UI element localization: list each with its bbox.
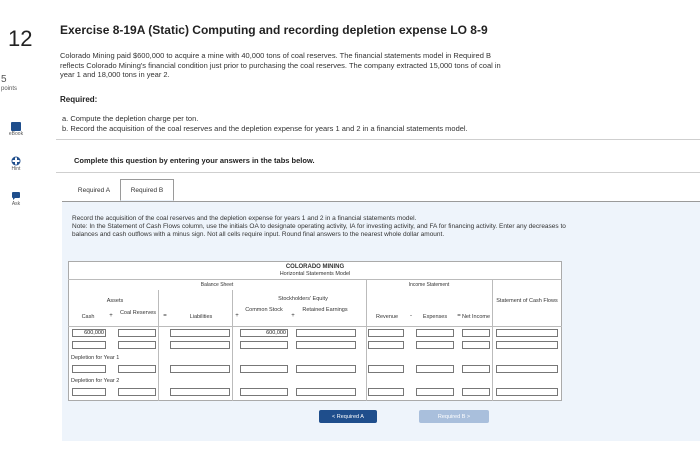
revenue-balance[interactable] bbox=[368, 329, 404, 337]
divider bbox=[158, 290, 159, 401]
liabilities-input[interactable] bbox=[170, 341, 230, 349]
tab-required-a[interactable]: Required A bbox=[70, 179, 118, 201]
question-number: 12 bbox=[8, 26, 33, 51]
prev-required-a-button[interactable]: < Required A bbox=[319, 410, 377, 423]
net-income-input[interactable] bbox=[462, 388, 490, 396]
net-income-header: Net Income bbox=[461, 314, 491, 320]
net-income-input[interactable] bbox=[462, 365, 490, 373]
depletion-year2-label: Depletion for Year 2 bbox=[71, 378, 120, 384]
cash-flow-input[interactable] bbox=[496, 388, 558, 396]
model-title: Horizontal Statements Model bbox=[279, 271, 351, 277]
liabilities-balance[interactable] bbox=[170, 329, 230, 337]
retained-earnings-header: Retained Earnings bbox=[302, 307, 348, 313]
divider bbox=[68, 279, 562, 280]
exercise-title: Exercise 8-19A (Static) Computing and re… bbox=[60, 23, 488, 37]
hint-tool[interactable]: Hint bbox=[4, 156, 28, 172]
points-label: points bbox=[1, 86, 18, 92]
coal-reserves-balance[interactable] bbox=[118, 329, 156, 337]
divider bbox=[68, 326, 562, 327]
intro-text: Colorado Mining paid $600,000 to acquire… bbox=[60, 51, 660, 80]
revenue-header: Revenue bbox=[375, 314, 399, 320]
divider bbox=[56, 139, 700, 140]
cash-input[interactable] bbox=[72, 365, 106, 373]
retained-earnings-input[interactable] bbox=[296, 388, 356, 396]
depletion-year1-label: Depletion for Year 1 bbox=[71, 355, 120, 361]
retained-earnings-input[interactable] bbox=[296, 341, 356, 349]
points-value: 5 bbox=[1, 74, 7, 85]
expenses-balance[interactable] bbox=[416, 329, 454, 337]
common-stock-input[interactable] bbox=[240, 341, 288, 349]
plus-sign: + bbox=[109, 313, 113, 319]
coal-reserves-header: Coal Reserves bbox=[119, 310, 157, 316]
cash-header: Cash bbox=[81, 314, 95, 320]
liabilities-input[interactable] bbox=[170, 388, 230, 396]
liabilities-input[interactable] bbox=[170, 365, 230, 373]
instruction-line-1: Record the acquisition of the coal reser… bbox=[72, 215, 417, 222]
cash-flows-header: Statement of Cash Flows bbox=[496, 298, 558, 304]
revenue-input[interactable] bbox=[368, 388, 404, 396]
next-required-b-button[interactable]: Required B > bbox=[419, 410, 489, 423]
equity-header: Stockholders' Equity bbox=[278, 296, 328, 302]
retained-earnings-balance[interactable] bbox=[296, 329, 356, 337]
hint-label: Hint bbox=[11, 166, 21, 172]
cash-flow-input[interactable] bbox=[496, 341, 558, 349]
intro-line-2: reflects Colorado Mining's financial con… bbox=[60, 60, 501, 70]
cash-input[interactable] bbox=[72, 341, 106, 349]
instruction-line-2: Note: In the Statement of Cash Flows col… bbox=[72, 223, 566, 230]
instruction-line-3: balances and cash outflows with a minus … bbox=[72, 231, 445, 238]
retained-earnings-input[interactable] bbox=[296, 365, 356, 373]
ebook-tool[interactable]: eBook bbox=[4, 122, 28, 137]
ask-tool[interactable]: Ask bbox=[4, 191, 28, 207]
complete-note: Complete this question by entering your … bbox=[74, 156, 315, 165]
required-heading: Required: bbox=[60, 95, 98, 104]
divider bbox=[366, 279, 367, 401]
intro-line-1: Colorado Mining paid $600,000 to acquire… bbox=[60, 51, 491, 60]
common-stock-input[interactable] bbox=[240, 388, 288, 396]
coal-reserves-input[interactable] bbox=[118, 341, 156, 349]
cash-flow-input[interactable] bbox=[496, 365, 558, 373]
plus-sign: + bbox=[291, 313, 295, 319]
hint-icon bbox=[11, 156, 21, 166]
ask-label: Ask bbox=[11, 201, 21, 207]
revenue-input[interactable] bbox=[368, 365, 404, 373]
intro-line-3: year 1 and 18,000 tons in year 2. bbox=[60, 70, 170, 79]
liabilities-header: Liabilities bbox=[189, 314, 213, 320]
net-income-input[interactable] bbox=[462, 341, 490, 349]
equals-sign: = bbox=[163, 313, 167, 319]
cash-balance: 600,000 bbox=[72, 329, 106, 337]
required-list: a. Compute the depletion charge per ton.… bbox=[62, 114, 468, 134]
required-a: a. Compute the depletion charge per ton. bbox=[62, 114, 199, 123]
balance-sheet-header: Balance Sheet bbox=[200, 282, 234, 288]
common-stock-header: Common Stock bbox=[245, 307, 283, 313]
expenses-input[interactable] bbox=[416, 388, 454, 396]
divider bbox=[56, 172, 700, 173]
common-stock-balance: 600,000 bbox=[240, 329, 288, 337]
common-stock-input[interactable] bbox=[240, 365, 288, 373]
assets-header: Assets bbox=[106, 298, 124, 304]
expenses-header: Expenses bbox=[422, 314, 448, 320]
coal-reserves-input[interactable] bbox=[118, 365, 156, 373]
net-income-balance[interactable] bbox=[462, 329, 490, 337]
divider bbox=[232, 290, 233, 401]
coal-reserves-input[interactable] bbox=[118, 388, 156, 396]
required-b: b. Record the acquisition of the coal re… bbox=[62, 124, 468, 133]
revenue-input[interactable] bbox=[368, 341, 404, 349]
plus-sign: + bbox=[235, 313, 239, 319]
ebook-label: eBook bbox=[8, 131, 24, 137]
company-name: COLORADO MINING bbox=[285, 264, 345, 270]
cash-input[interactable] bbox=[72, 388, 106, 396]
tab-required-b[interactable]: Required B bbox=[120, 179, 174, 201]
expenses-input[interactable] bbox=[416, 341, 454, 349]
book-icon bbox=[11, 122, 21, 131]
income-statement-header: Income Statement bbox=[408, 282, 450, 288]
chat-icon bbox=[12, 192, 20, 200]
cash-flow-balance[interactable] bbox=[496, 329, 558, 337]
expenses-input[interactable] bbox=[416, 365, 454, 373]
instructions: Record the acquisition of the coal reser… bbox=[72, 215, 700, 239]
